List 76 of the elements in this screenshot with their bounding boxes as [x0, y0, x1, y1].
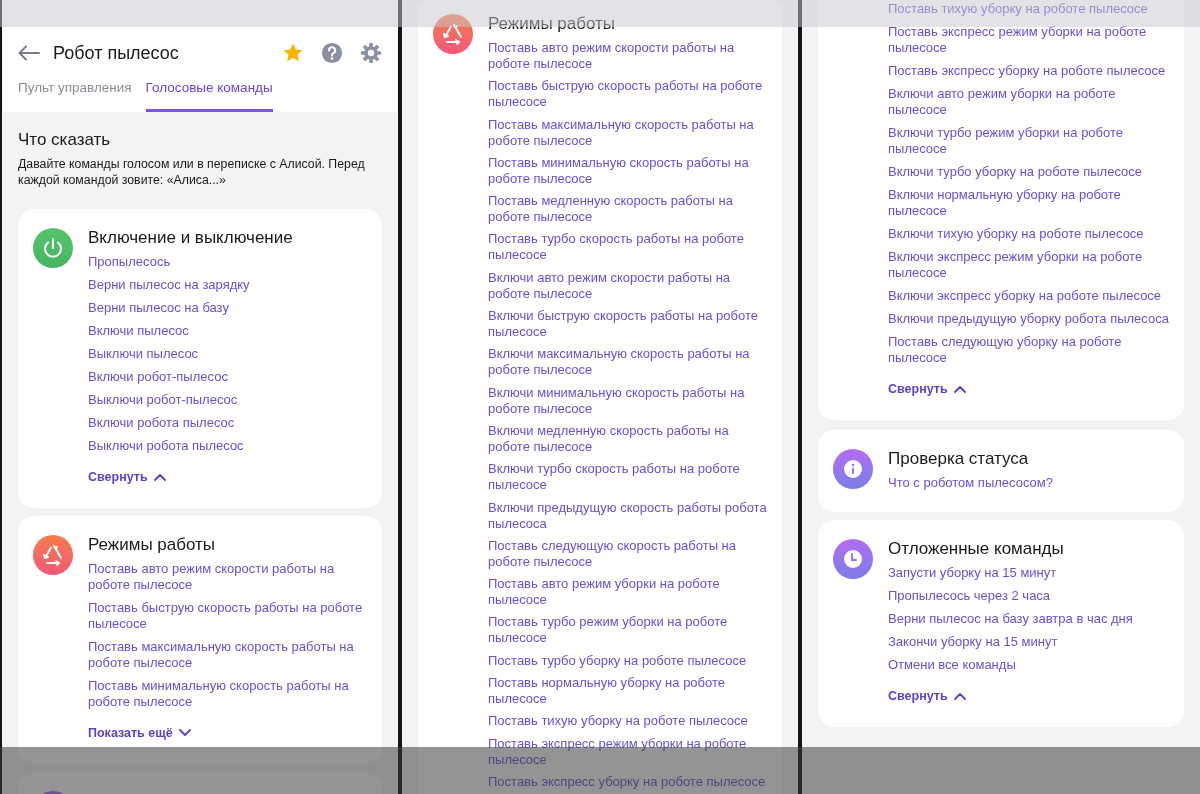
info-icon: [833, 449, 873, 489]
command-link[interactable]: Включи турбо уборку на роботе пылесосе: [888, 164, 1169, 180]
command-link[interactable]: Включи нормальную уборку на роботе пылесосе: [888, 187, 1169, 219]
clock-icon: [833, 539, 873, 579]
command-link[interactable]: Поставь авто режим скорости работы на роботе пылесосе: [488, 40, 767, 72]
triangle-arrows-icon: [433, 14, 473, 54]
card-title: Отложенные команды: [888, 538, 1065, 560]
triangle-arrows-icon: [33, 535, 73, 575]
command-link[interactable]: Поставь экспресс уборку на роботе пылесосе: [888, 63, 1169, 79]
command-link[interactable]: Включи авто режим скорости работы на роботе пылесосе: [488, 269, 767, 302]
command-link[interactable]: Поставь максимальную скорость работы на роботе пылесосе: [488, 116, 767, 149]
collapse-toggle[interactable]: Свернуть: [888, 688, 966, 704]
command-link[interactable]: Включи робота пылесос: [88, 415, 367, 431]
command-link[interactable]: Выключи робот-пылесос: [88, 392, 367, 408]
command-link[interactable]: Поставь турбо уборку на роботе пылесосе: [488, 652, 767, 669]
command-link[interactable]: Включи тихую уборку на роботе пылесосе: [888, 226, 1169, 242]
command-link[interactable]: Закончи уборку на 15 минут: [888, 634, 1169, 650]
command-link[interactable]: Поставь максимальную скорость работы на роботе пылесосе: [88, 639, 367, 671]
command-link[interactable]: Включи экспресс режим уборки на роботе пылесосе: [888, 249, 1169, 281]
card-title: Включение и выключение: [88, 227, 294, 249]
command-link[interactable]: Запусти уборку на 15 минут: [888, 565, 1169, 581]
command-link[interactable]: Верни пылесос на базу: [88, 300, 367, 316]
command-link[interactable]: Поставь следующую скорость работы на роботе пылесосе: [488, 537, 767, 570]
card-title: Режимы работы: [88, 534, 217, 556]
section-title: Что сказать: [18, 129, 112, 151]
command-link[interactable]: Поставь турбо скорость работы на роботе пылесосе: [488, 231, 767, 264]
tab[interactable]: Голосовые команды: [145, 79, 273, 112]
command-link[interactable]: Поставь нормальную уборку на роботе пылесосе: [488, 675, 767, 708]
command-link[interactable]: Поставь турбо режим уборки на роботе пылесосе: [488, 614, 767, 647]
command-link[interactable]: Включи медленную скорость работы на роботе пылесосе: [488, 422, 767, 455]
command-link[interactable]: Отмени все команды: [888, 657, 1169, 673]
back-arrow-icon[interactable]: [18, 45, 40, 61]
tab[interactable]: Пульт управления: [18, 79, 132, 112]
command-link[interactable]: Включи турбо режим уборки на роботе пылесосе: [888, 125, 1169, 157]
command-link[interactable]: Включи турбо скорость работы на роботе пылесосе: [488, 461, 767, 494]
help-icon[interactable]: [321, 42, 343, 64]
command-link[interactable]: Поставь следующую уборку на роботе пылесосе: [888, 334, 1169, 366]
command-link[interactable]: Включи предыдущую уборку робота пылесоса: [888, 311, 1169, 327]
collapse-toggle[interactable]: Показать ещё: [88, 725, 191, 741]
command-link[interactable]: Пропылесось: [88, 254, 367, 270]
command-link[interactable]: Включи экспресс уборку на роботе пылесосе: [888, 288, 1169, 304]
card-title: Режимы работы: [488, 13, 617, 35]
command-link[interactable]: Поставь экспресс режим уборки на роботе пылесосе: [888, 24, 1169, 56]
chevron-up-icon: [153, 473, 166, 481]
command-link[interactable]: Включи авто режим уборки на роботе пылесосе: [888, 86, 1169, 118]
chevron-up-icon: [953, 692, 966, 700]
command-link[interactable]: Включи минимальную скорость работы на роботе пылесосе: [488, 384, 767, 417]
command-link[interactable]: Поставь тихую уборку на роботе пылесосе: [488, 713, 767, 730]
command-link[interactable]: Пропылесось через 2 часа: [888, 588, 1169, 604]
command-link[interactable]: Выключи робота пылесос: [88, 438, 367, 454]
chevron-down-icon: [178, 729, 191, 737]
power-icon: [33, 228, 73, 268]
command-link[interactable]: Поставь быструю скорость работы на роботе пылесосе: [488, 78, 767, 111]
collapse-toggle[interactable]: Свернуть: [888, 381, 966, 397]
command-link[interactable]: Верни пылесос на зарядку: [88, 277, 367, 293]
star-icon[interactable]: [282, 42, 304, 64]
command-link[interactable]: Включи пылесос: [88, 323, 367, 339]
command-link[interactable]: Что с роботом пылесосом?: [888, 475, 1169, 491]
command-link[interactable]: Включи робот-пылесос: [88, 369, 367, 385]
command-link[interactable]: Поставь минимальную скорость работы на роботе пылесосе: [488, 154, 767, 187]
section-description: Давайте команды голосом или в переписке с Алисой. Перед каждой командой зовите: «Алиса...»: [18, 156, 366, 188]
command-link[interactable]: Поставь минимальную скорость работы на роботе пылесосе: [88, 678, 367, 710]
command-link[interactable]: Выключи пылесос: [88, 346, 367, 362]
command-link[interactable]: Поставь авто режим скорости работы на роботе пылесосе: [88, 561, 367, 593]
card-title: Проверка статуса: [888, 448, 1030, 470]
command-link[interactable]: Включи предыдущую скорость работы робота пылесоса: [488, 499, 767, 532]
command-link[interactable]: Поставь экспресс режим уборки на роботе пылесосе: [488, 735, 767, 768]
command-link[interactable]: Поставь медленную скорость работы на роботе пылесосе: [488, 193, 767, 226]
command-link[interactable]: Поставь авто режим уборки на роботе пылесосе: [488, 576, 767, 609]
chevron-up-icon: [953, 385, 966, 393]
command-link[interactable]: Включи быструю скорость работы на роботе пылесосе: [488, 308, 767, 341]
command-link[interactable]: Поставь быструю скорость работы на роботе пылесосе: [88, 600, 367, 632]
command-link[interactable]: Включи максимальную скорость работы на роботе пылесосе: [488, 346, 767, 379]
command-link[interactable]: Верни пылесос на базу завтра в час дня: [888, 611, 1169, 627]
collapse-toggle[interactable]: Свернуть: [88, 469, 166, 485]
page-title: Робот пылесос: [53, 42, 180, 64]
